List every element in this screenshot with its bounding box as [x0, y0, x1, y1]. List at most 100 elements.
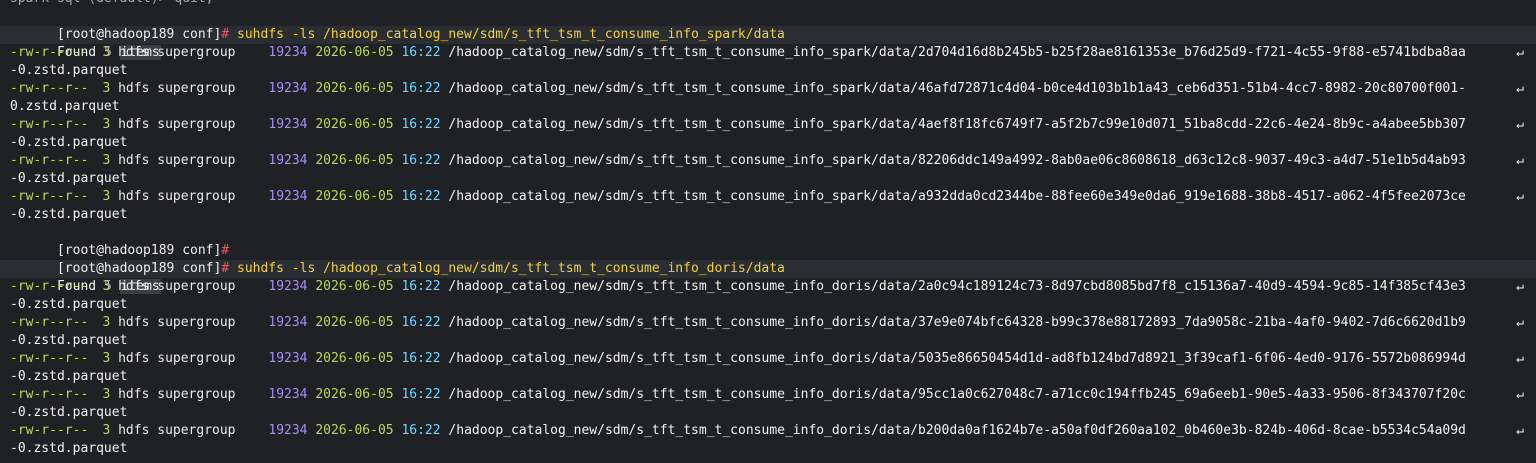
file-path-continuation: -0.zstd.parquet [10, 405, 128, 420]
shell-prompt: [root@hadoop189 conf] [56, 27, 222, 42]
file-row: -rw-r--r-- 3 hdfs supergroup 19234 2026-06… [10, 350, 1526, 368]
file-date: 2026-06-05 [315, 45, 394, 60]
replication-count: 3 [102, 387, 111, 402]
file-path: /hadoop_catalog_new/sdm/s_tft_tsm_t_cons… [448, 279, 1466, 294]
previous-output-line: spark-sql (default)> quit; [10, 0, 1526, 8]
file-permissions: -rw-r--r-- [10, 351, 89, 366]
file-date: 2026-06-05 [315, 279, 394, 294]
file-date: 2026-06-05 [315, 81, 394, 96]
file-row: -rw-r--r-- 3 hdfs supergroup 19234 2026-06… [10, 278, 1526, 296]
file-size: 19234 [268, 45, 308, 60]
line-wrap-icon: ↵ [1516, 153, 1524, 168]
replication-count: 3 [102, 423, 111, 438]
file-row: -rw-r--r-- 3 hdfs supergroup 19234 2026-06… [10, 152, 1526, 170]
file-time: 16:22 [401, 117, 441, 132]
file-owner-group: hdfs supergroup [118, 45, 236, 60]
prompt-hash: # [221, 261, 230, 276]
file-path-continuation: -0.zstd.parquet [10, 63, 128, 78]
file-time: 16:22 [401, 153, 441, 168]
file-owner-group: hdfs supergroup [118, 189, 236, 204]
file-path-continuation: -0.zstd.parquet [10, 441, 128, 456]
file-size: 19234 [268, 315, 308, 330]
listing-rows-doris: -rw-r--r-- 3 hdfs supergroup 19234 2026-06… [10, 278, 1526, 458]
file-owner-group: hdfs supergroup [118, 117, 236, 132]
file-time: 16:22 [401, 351, 441, 366]
line-wrap-icon: ↵ [1516, 423, 1524, 438]
terminal-window[interactable]: spark-sql (default)> quit; [root@hadoop1… [0, 0, 1536, 463]
file-size: 19234 [268, 189, 308, 204]
command-flag: -ls [291, 261, 316, 276]
file-owner-group: hdfs supergroup [118, 81, 236, 96]
replication-count: 3 [102, 81, 111, 96]
file-time: 16:22 [401, 279, 441, 294]
file-size: 19234 [268, 117, 308, 132]
terminal-output: spark-sql (default)> quit; [root@hadoop1… [0, 0, 1536, 458]
file-permissions: -rw-r--r-- [10, 45, 89, 60]
file-date: 2026-06-05 [315, 117, 394, 132]
file-path: /hadoop_catalog_new/sdm/s_tft_tsm_t_cons… [448, 189, 1466, 204]
file-date: 2026-06-05 [315, 315, 394, 330]
line-wrap-icon: ↵ [1516, 279, 1524, 294]
file-row: -rw-r--r-- 3 hdfs supergroup 19234 2026-06… [10, 314, 1526, 332]
file-permissions: -rw-r--r-- [10, 189, 89, 204]
file-path-continuation: -0.zstd.parquet [10, 333, 128, 348]
replication-count: 3 [102, 315, 111, 330]
file-row: -rw-r--r-- 3 hdfs supergroup 19234 2026-06… [10, 188, 1526, 206]
file-row: -rw-r--r-- 3 hdfs supergroup 19234 2026-06… [10, 422, 1526, 440]
file-time: 16:22 [401, 315, 441, 330]
file-permissions: -rw-r--r-- [10, 153, 89, 168]
line-wrap-icon: ↵ [1516, 189, 1524, 204]
replication-count: 3 [102, 351, 111, 366]
command-argument: /hadoop_catalog_new/sdm/s_tft_tsm_t_cons… [323, 261, 785, 276]
file-size: 19234 [268, 81, 308, 96]
line-wrap-icon: ↵ [1516, 81, 1524, 96]
file-path-continuation: -0.zstd.parquet [10, 369, 128, 384]
file-path: /hadoop_catalog_new/sdm/s_tft_tsm_t_cons… [448, 153, 1466, 168]
file-path: /hadoop_catalog_new/sdm/s_tft_tsm_t_cons… [448, 423, 1466, 438]
file-owner-group: hdfs supergroup [118, 423, 236, 438]
file-permissions: -rw-r--r-- [10, 423, 89, 438]
file-path: /hadoop_catalog_new/sdm/s_tft_tsm_t_cons… [448, 315, 1466, 330]
command-line-spark: [root@hadoop189 conf]# suhdfs -ls /hadoo… [10, 8, 1526, 42]
file-time: 16:22 [401, 45, 441, 60]
file-path: /hadoop_catalog_new/sdm/s_tft_tsm_t_cons… [448, 387, 1466, 402]
file-permissions: -rw-r--r-- [10, 81, 89, 96]
file-row: -rw-r--r-- 3 hdfs supergroup 19234 2026-06… [10, 44, 1526, 62]
file-date: 2026-06-05 [315, 153, 394, 168]
replication-count: 3 [102, 45, 111, 60]
file-path: /hadoop_catalog_new/sdm/s_tft_tsm_t_cons… [448, 81, 1466, 96]
line-wrap-icon: ↵ [1516, 351, 1524, 366]
file-date: 2026-06-05 [315, 423, 394, 438]
file-permissions: -rw-r--r-- [10, 117, 89, 132]
command-argument: /hadoop_catalog_new/sdm/s_tft_tsm_t_cons… [323, 27, 785, 42]
file-path: /hadoop_catalog_new/sdm/s_tft_tsm_t_cons… [448, 351, 1466, 366]
file-permissions: -rw-r--r-- [10, 315, 89, 330]
line-wrap-icon: ↵ [1516, 387, 1524, 402]
file-size: 19234 [268, 423, 308, 438]
shell-prompt: [root@hadoop189 conf] [56, 261, 222, 276]
file-date: 2026-06-05 [315, 189, 394, 204]
file-path: /hadoop_catalog_new/sdm/s_tft_tsm_t_cons… [448, 45, 1466, 60]
line-wrap-icon: ↵ [1516, 45, 1524, 60]
file-owner-group: hdfs supergroup [118, 153, 236, 168]
file-path-continuation: -0.zstd.parquet [10, 135, 128, 150]
listing-rows-spark: -rw-r--r-- 3 hdfs supergroup 19234 2026-06… [10, 44, 1526, 224]
file-path-continuation: -0.zstd.parquet [10, 297, 128, 312]
line-wrap-icon: ↵ [1516, 315, 1524, 330]
line-wrap-icon: ↵ [1516, 117, 1524, 132]
file-path-continuation: -0.zstd.parquet [10, 171, 128, 186]
file-time: 16:22 [401, 387, 441, 402]
file-permissions: -rw-r--r-- [10, 279, 89, 294]
file-row: -rw-r--r-- 3 hdfs supergroup 19234 2026-06… [10, 116, 1526, 134]
file-date: 2026-06-05 [315, 387, 394, 402]
file-time: 16:22 [401, 81, 441, 96]
replication-count: 3 [102, 153, 111, 168]
file-row: -rw-r--r-- 3 hdfs supergroup 19234 2026-06… [10, 386, 1526, 404]
file-path-continuation: 0.zstd.parquet [10, 99, 120, 114]
file-date: 2026-06-05 [315, 351, 394, 366]
file-owner-group: hdfs supergroup [118, 315, 236, 330]
file-owner-group: hdfs supergroup [118, 279, 236, 294]
idle-prompt-line: [root@hadoop189 conf]# [10, 224, 1526, 258]
command-name: suhdfs [237, 27, 284, 42]
file-time: 16:22 [401, 423, 441, 438]
